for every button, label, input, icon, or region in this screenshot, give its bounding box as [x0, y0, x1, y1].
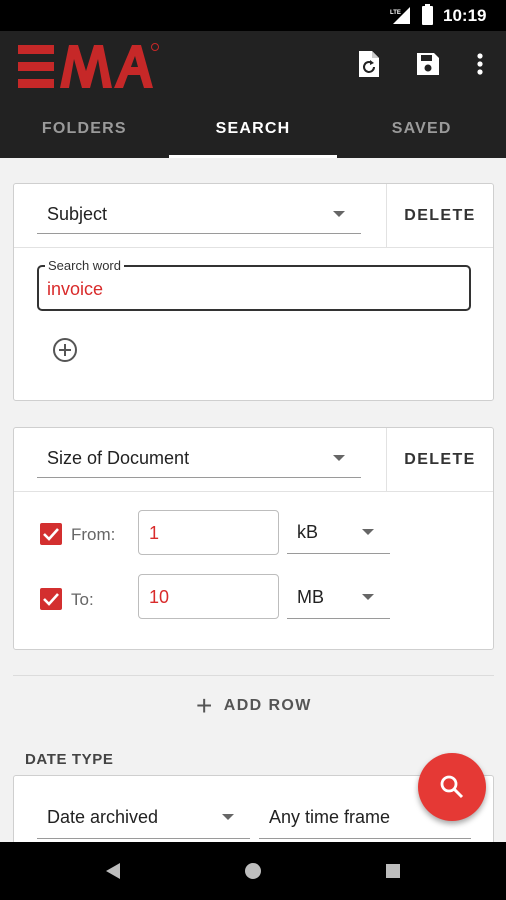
tab-saved[interactable]: SAVED	[337, 99, 506, 158]
chevron-down-icon	[333, 211, 345, 217]
criterion-header: Size of Document DELETE	[14, 428, 493, 492]
section-divider	[13, 675, 494, 676]
from-size-input[interactable]: 1	[138, 510, 279, 555]
home-icon[interactable]	[244, 862, 262, 880]
date-type-value: Date archived	[47, 807, 159, 827]
search-word-value: invoice	[47, 279, 104, 299]
system-nav-bar	[0, 842, 506, 900]
date-type-select[interactable]: Date archived	[37, 797, 250, 839]
lte-signal-icon: LTE	[390, 7, 410, 24]
search-word-label: Search word	[45, 258, 124, 273]
criterion-card-subject: Subject DELETE Search word invoice	[13, 183, 494, 401]
from-size-value: 1	[149, 523, 160, 543]
ema-logo	[18, 43, 159, 88]
to-checkbox[interactable]	[40, 588, 62, 610]
add-row-button[interactable]: + ADD ROW	[196, 690, 312, 721]
to-label: To:	[71, 590, 94, 609]
chevron-down-icon	[333, 455, 345, 461]
from-checkbox[interactable]	[40, 523, 62, 545]
more-vert-icon[interactable]	[466, 49, 494, 79]
floppy-disk-icon[interactable]	[414, 49, 442, 79]
checkmark-icon	[43, 528, 59, 541]
battery-icon	[422, 4, 433, 25]
from-unit-value: kB	[297, 522, 319, 542]
tab-search[interactable]: SEARCH	[168, 99, 338, 158]
network-label: LTE	[390, 10, 401, 16]
tab-folders[interactable]: FOLDERS	[0, 99, 169, 158]
from-unit-select[interactable]: kB	[287, 514, 390, 554]
app-bar	[0, 31, 506, 99]
to-unit-value: MB	[297, 587, 324, 607]
criterion-card-size: Size of Document DELETE From: 1 kB To: 1…	[13, 427, 494, 650]
tab-bar: FOLDERS SEARCH SAVED	[0, 99, 506, 158]
plus-icon: +	[196, 690, 214, 721]
status-bar: LTE 10:19	[0, 0, 506, 31]
date-type-title: DATE TYPE	[25, 751, 114, 768]
search-fab[interactable]	[418, 753, 486, 821]
field-select[interactable]: Size of Document	[37, 440, 361, 478]
add-row-label: ADD ROW	[223, 697, 312, 714]
chevron-down-icon	[362, 529, 374, 535]
field-select[interactable]: Subject	[37, 196, 361, 234]
checkmark-icon	[43, 593, 59, 606]
search-icon	[440, 775, 464, 799]
chevron-down-icon	[222, 814, 234, 820]
delete-button[interactable]: DELETE	[386, 428, 493, 492]
recents-icon[interactable]	[385, 862, 401, 880]
field-select-value: Size of Document	[47, 448, 190, 468]
back-icon[interactable]	[104, 862, 122, 880]
to-unit-select[interactable]: MB	[287, 579, 390, 619]
search-word-field[interactable]: Search word invoice	[37, 258, 471, 311]
reset-search-icon[interactable]	[355, 49, 383, 79]
clock: 10:19	[443, 6, 487, 25]
chevron-down-icon	[362, 594, 374, 600]
criterion-header: Subject DELETE	[14, 184, 493, 248]
to-size-input[interactable]: 10	[138, 574, 279, 619]
search-content: Subject DELETE Search word invoice Size …	[0, 158, 506, 842]
delete-button[interactable]: DELETE	[386, 184, 493, 248]
from-label: From:	[71, 525, 116, 544]
timeframe-value: Any time frame	[269, 807, 391, 827]
field-select-value: Subject	[47, 204, 108, 224]
add-search-word-icon[interactable]	[52, 337, 78, 363]
to-size-value: 10	[149, 587, 170, 607]
